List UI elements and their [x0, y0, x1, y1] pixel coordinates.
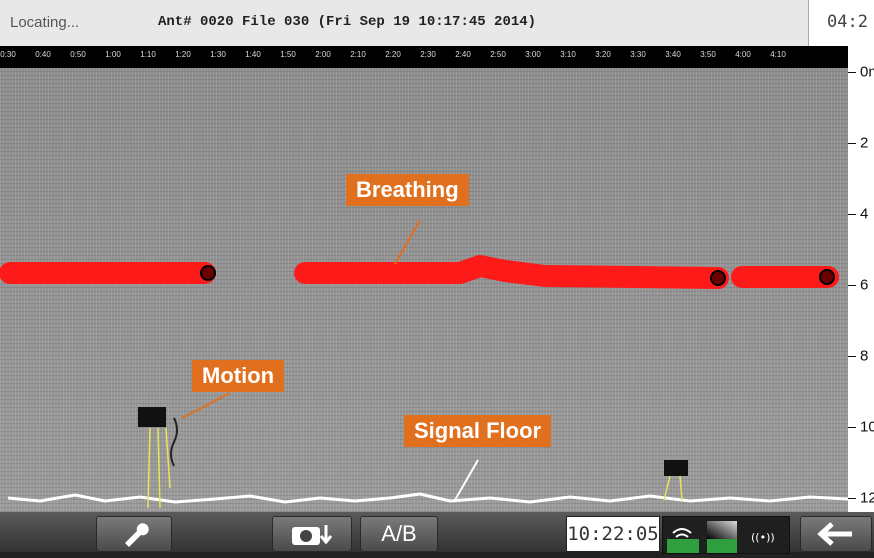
bottom-toolbar: A/B 10:22:05 ((•)): [0, 512, 874, 554]
depth-label: 0m: [860, 63, 874, 81]
time-tick: 2:40: [455, 50, 471, 59]
time-tick: 2:00: [315, 50, 331, 59]
depth-label: 6: [860, 276, 869, 294]
clock-box: 04:2: [808, 0, 874, 46]
time-tick: 0:40: [35, 50, 51, 59]
time-tick: 3:30: [630, 50, 646, 59]
time-tick: 1:20: [175, 50, 191, 59]
detection-marker-1[interactable]: [200, 265, 216, 281]
signal-status-panel[interactable]: ((•)): [662, 516, 790, 554]
time-axis: 0:30 0:40 0:50 1:00 1:10 1:20 1:30 1:40 1:50 2:00…: [0, 46, 848, 68]
time-tick: 0:50: [70, 50, 86, 59]
breathing-trace-segment-2: [294, 255, 729, 289]
signal-floor-leader-line: [454, 459, 479, 501]
depth-tick: [848, 498, 856, 499]
time-tick: 2:30: [420, 50, 436, 59]
time-tick: 2:50: [490, 50, 506, 59]
time-tick: 1:30: [210, 50, 226, 59]
time-tick: 1:10: [140, 50, 156, 59]
motion-callout: Motion: [192, 360, 285, 392]
time-tick: 2:10: [350, 50, 366, 59]
depth-scale: 0m 2 4 6 8 10 12: [848, 46, 874, 512]
time-tick: 3:10: [560, 50, 576, 59]
time-tick: 3:00: [525, 50, 541, 59]
clock-display: 04:2: [827, 12, 868, 32]
detection-marker-3[interactable]: [819, 269, 835, 285]
detection-marker-2[interactable]: [710, 270, 726, 286]
depth-tick: [848, 214, 856, 215]
depth-tick: [848, 356, 856, 357]
time-tick: 4:10: [770, 50, 786, 59]
depth-label: 4: [860, 205, 869, 223]
depth-tick: [848, 427, 856, 428]
depth-label: 12: [860, 489, 874, 507]
time-tick: 2:20: [385, 50, 401, 59]
radar-scan-plot[interactable]: Breathing Motion Signal Floor: [0, 68, 848, 512]
back-button[interactable]: [800, 516, 872, 552]
locating-status: Locating...: [10, 14, 80, 31]
depth-label: 2: [860, 134, 869, 152]
svg-text:((•)): ((•)): [751, 531, 775, 544]
snapshot-button[interactable]: [272, 516, 352, 552]
motion-detection-2: [663, 460, 688, 501]
time-tick: 4:00: [735, 50, 751, 59]
wrench-icon: [125, 523, 149, 547]
ab-label: A/B: [381, 521, 417, 546]
depth-tick: [848, 143, 856, 144]
time-tick: 1:00: [105, 50, 121, 59]
bottom-time-display: 10:22:05: [566, 516, 660, 552]
breathing-leader-line: [394, 219, 421, 265]
depth-label: 8: [860, 347, 869, 365]
breathing-callout: Breathing: [346, 174, 469, 206]
depth-tick: [848, 72, 856, 73]
signal-floor-line: [7, 492, 848, 504]
depth-tick: [848, 285, 856, 286]
top-status-bar: Locating... Ant# 0020 File 030 (Fri Sep …: [0, 0, 874, 47]
time-tick: 3:20: [595, 50, 611, 59]
signal-floor-callout: Signal Floor: [404, 415, 552, 447]
time-tick: 3:50: [700, 50, 716, 59]
time-tick: 1:50: [280, 50, 296, 59]
ab-toggle-button[interactable]: A/B: [360, 516, 438, 552]
file-info: Ant# 0020 File 030 (Fri Sep 19 10:17:45 …: [158, 14, 537, 30]
time-tick: 0:30: [0, 50, 16, 59]
settings-button[interactable]: [96, 516, 172, 552]
time-tick: 1:40: [245, 50, 261, 59]
time-tick: 3:40: [665, 50, 681, 59]
motion-detection-1: [138, 407, 178, 509]
signal-icon: ((•)): [667, 521, 775, 553]
camera-icon: [292, 525, 333, 545]
depth-label: 10: [860, 418, 874, 436]
arrow-left-icon: [817, 522, 852, 546]
motion-leader-line: [181, 392, 231, 419]
